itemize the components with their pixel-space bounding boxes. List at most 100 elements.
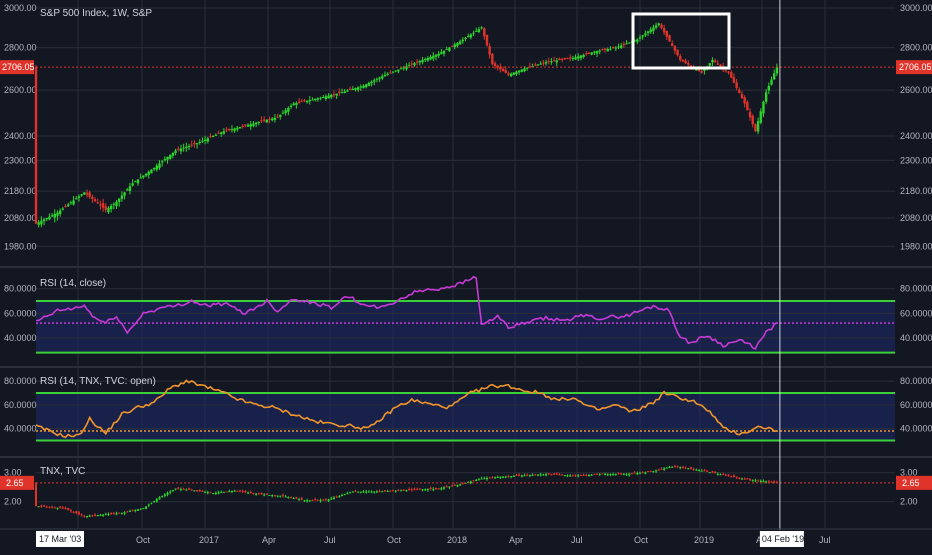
price-candle — [126, 189, 129, 191]
price-candle — [617, 46, 620, 48]
tnx-candle — [757, 480, 760, 482]
tnx-candle — [676, 466, 679, 468]
price-candle — [93, 199, 97, 202]
price-candle — [198, 141, 201, 143]
price-candle — [394, 70, 397, 72]
price-candle — [590, 52, 593, 55]
price-candle — [169, 154, 172, 159]
tnx-candle — [287, 496, 290, 498]
price-candle — [475, 30, 478, 32]
price-candle — [724, 70, 728, 72]
tnx-candle — [510, 476, 513, 478]
tnx-candle — [413, 488, 416, 490]
price-y-tick-left: 2600.00 — [4, 85, 37, 95]
price-candle — [708, 63, 711, 66]
tnx-candle — [408, 489, 411, 491]
price-candle — [50, 215, 54, 217]
price-candle — [536, 64, 540, 66]
tnx-candle — [402, 489, 405, 491]
tnx-candle — [684, 467, 687, 469]
price-candle — [211, 135, 215, 137]
price-candle — [509, 73, 513, 77]
tnx-candle — [86, 515, 89, 517]
price-candle — [695, 69, 698, 71]
tnx-candle — [451, 485, 454, 487]
tnx-candle — [67, 508, 70, 511]
price-candle — [501, 68, 505, 72]
start-date-label: 17 Mar '03 — [39, 534, 81, 544]
tnx-candle — [735, 476, 738, 478]
tnx-candle — [338, 495, 341, 498]
tnx-candle — [359, 491, 362, 493]
price-candle — [112, 203, 116, 205]
tnx-candle — [545, 474, 548, 476]
tnx-candle — [405, 490, 408, 492]
price-candle — [563, 57, 567, 60]
tnx-candle — [298, 499, 301, 501]
tnx-candle — [185, 489, 188, 491]
price-candle — [619, 45, 623, 49]
price-candle — [711, 59, 714, 63]
price-candle — [236, 127, 239, 130]
tnx-candle — [241, 490, 244, 492]
tnx-candle — [585, 474, 588, 476]
price-candle — [83, 192, 86, 195]
price-candle — [611, 47, 615, 49]
tnx-candle — [536, 474, 539, 476]
price-candle — [305, 100, 309, 103]
price-candle — [104, 206, 107, 210]
price-candle — [214, 134, 218, 136]
price-candle — [649, 29, 652, 33]
price-candle — [354, 88, 357, 90]
price-candle — [628, 42, 631, 44]
tnx-candle — [759, 480, 762, 482]
price-candle — [152, 167, 156, 170]
price-candle — [644, 33, 647, 36]
price-candle — [37, 222, 40, 225]
tnx-candle — [174, 488, 177, 490]
price-candle — [491, 53, 494, 65]
tnx-candle — [689, 467, 692, 469]
price-y-tick-left: 3000.00 — [4, 3, 37, 13]
tnx-candle — [754, 480, 757, 482]
tnx-candle — [732, 475, 735, 478]
tnx-candle — [604, 474, 607, 476]
last-price-label-right: 2706.05 — [899, 62, 932, 72]
rsi-tnx-band-fill — [36, 393, 895, 441]
price-candle — [284, 110, 287, 114]
tnx-candle — [625, 474, 628, 476]
tnx-candle — [424, 489, 427, 491]
price-candle — [273, 117, 277, 120]
price-candle — [281, 112, 285, 114]
price-candle — [69, 202, 73, 204]
tnx-candle — [660, 468, 663, 470]
tnx-candle — [214, 492, 217, 494]
tnx-candle — [480, 478, 483, 480]
rsi-close-y-tick-right: 80.0000 — [900, 284, 932, 294]
price-candle — [598, 50, 601, 52]
tnx-candle — [730, 476, 733, 478]
tnx-panel-title: TNX, TVC — [40, 466, 86, 477]
tnx-candle — [72, 511, 75, 513]
rsi-close-panel-title: RSI (14, close) — [40, 278, 107, 289]
price-candle — [751, 115, 754, 125]
price-candle — [128, 186, 132, 191]
tnx-candle — [475, 479, 478, 481]
tnx-candle — [614, 474, 617, 476]
price-candle — [579, 55, 583, 59]
tnx-candle — [663, 468, 666, 471]
tnx-candle — [590, 474, 593, 476]
tnx-candle — [230, 490, 233, 492]
price-candle — [292, 103, 295, 106]
tnx-candle — [96, 514, 99, 516]
tnx-candle — [459, 484, 462, 486]
price-candle — [547, 61, 550, 63]
tnx-candle — [668, 466, 671, 468]
price-candle — [378, 77, 381, 80]
tnx-candle — [40, 505, 43, 507]
tnx-candle — [351, 491, 354, 493]
price-candle — [448, 47, 451, 51]
tnx-candle — [158, 497, 161, 500]
tnx-candle — [434, 487, 437, 489]
price-candle — [289, 105, 293, 107]
